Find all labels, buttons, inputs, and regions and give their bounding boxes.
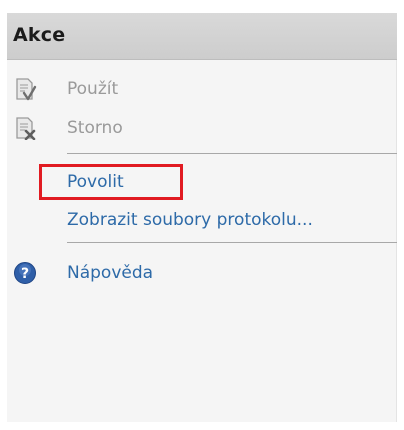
help-action[interactable]: ? Nápověda (7, 259, 153, 287)
separator (67, 153, 397, 154)
cancel-action[interactable]: Storno (7, 114, 123, 142)
help-label: Nápověda (67, 263, 154, 283)
apply-label: Použít (67, 79, 119, 99)
cancel-document-icon (13, 116, 37, 141)
help-icon: ? (13, 261, 37, 285)
cancel-label: Storno (67, 118, 123, 138)
actions-panel: Akce Použít Storno Povolit Zobrazit soub… (7, 13, 397, 422)
view-log-files-label: Zobrazit soubory protokolu... (67, 210, 313, 230)
apply-action[interactable]: Použít (7, 75, 118, 103)
highlight-box (39, 164, 183, 200)
panel-title: Akce (13, 24, 66, 46)
actions-panel-header: Akce (7, 13, 397, 60)
apply-document-icon (13, 77, 37, 101)
view-log-files-action[interactable]: Zobrazit soubory protokolu... (7, 206, 313, 234)
separator (67, 242, 397, 243)
svg-text:?: ? (21, 266, 29, 282)
